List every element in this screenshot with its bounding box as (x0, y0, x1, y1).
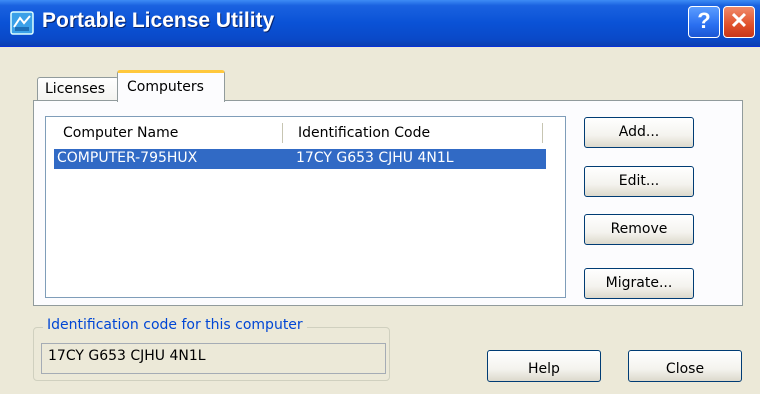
tab-computers-label: Computers (127, 79, 204, 95)
app-icon (10, 11, 34, 35)
identification-code-cell: 17CY G653 CJHU 4N1L (296, 150, 454, 166)
column-divider[interactable] (542, 123, 546, 143)
help-button[interactable]: Help (487, 350, 601, 382)
tab-licenses[interactable]: Licenses (37, 77, 119, 101)
computer-name-cell: COMPUTER-795HUX (57, 150, 198, 166)
migrate-button[interactable]: Migrate... (584, 268, 694, 299)
add-button[interactable]: Add... (584, 117, 694, 148)
tab-computers[interactable]: Computers (117, 70, 225, 102)
title-bar[interactable]: Portable License Utility ? ✕ (0, 0, 760, 47)
title-close-button[interactable]: ✕ (723, 6, 755, 38)
title-help-button[interactable]: ? (688, 6, 720, 38)
column-header-identification-code[interactable]: Identification Code (298, 125, 430, 141)
tab-licenses-label: Licenses (45, 81, 106, 97)
window-title: Portable License Utility (42, 9, 275, 32)
close-button[interactable]: Close (628, 350, 742, 382)
table-row[interactable]: COMPUTER-795HUX 17CY G653 CJHU 4N1L (54, 149, 546, 169)
remove-button[interactable]: Remove (584, 214, 694, 245)
column-divider[interactable] (282, 123, 286, 143)
column-header-computer-name[interactable]: Computer Name (63, 125, 178, 141)
identification-code-field[interactable]: 17CY G653 CJHU 4N1L (41, 343, 386, 374)
edit-button[interactable]: Edit... (584, 166, 694, 197)
identification-legend: Identification code for this computer (43, 317, 307, 333)
computer-list[interactable]: Computer Name Identification Code COMPUT… (45, 116, 566, 298)
list-header: Computer Name Identification Code (47, 118, 564, 148)
dialog-window: Portable License Utility ? ✕ Licenses Co… (0, 0, 760, 394)
